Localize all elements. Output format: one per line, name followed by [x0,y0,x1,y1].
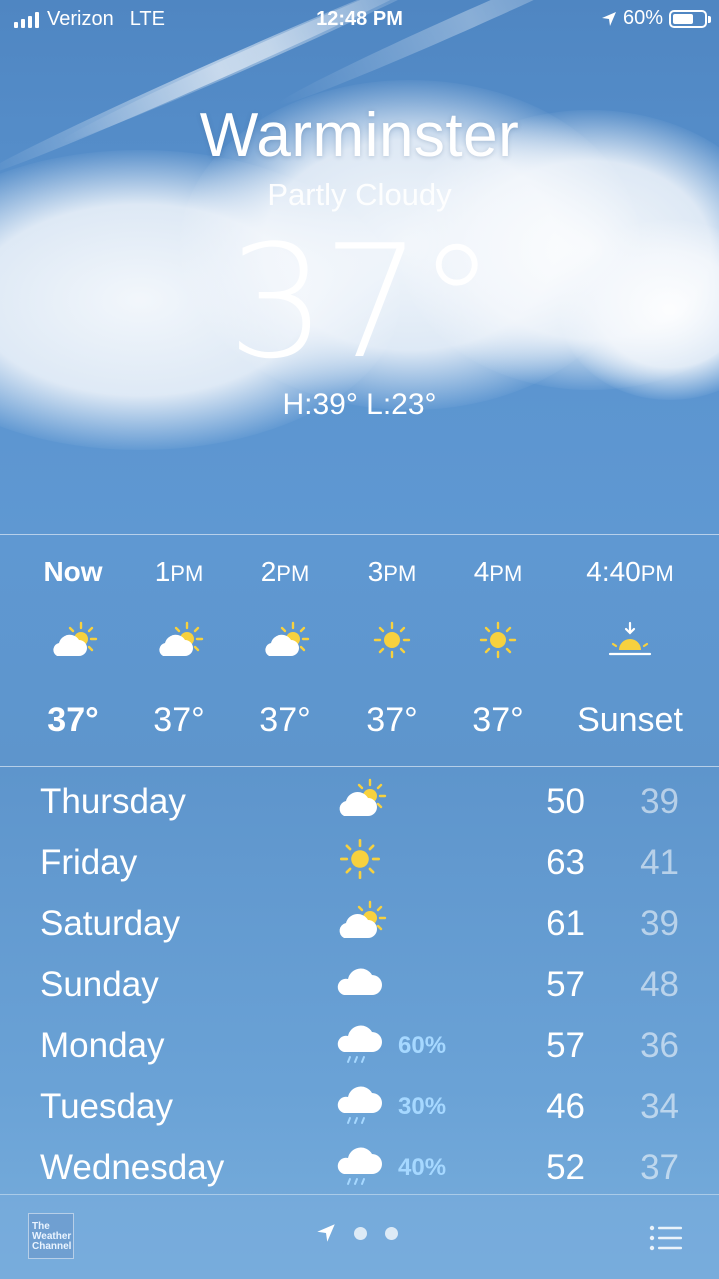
battery-icon [669,9,711,28]
day-name: Sunday [40,965,159,1004]
hour-time: 2PM [260,556,310,587]
bottom-toolbar: The Weather Channel [0,1195,719,1279]
sun-icon [443,620,553,660]
daily-row: Sunday 57 48 [0,957,719,1019]
location-arrow-icon [601,11,616,26]
hour-temp: 37° [472,701,524,739]
precip-chance: 30% [398,1093,447,1120]
precip-chance: 40% [398,1154,447,1181]
daily-row: Tuesday 30% 46 34 [0,1079,719,1141]
divider-bottom [0,766,719,767]
daily-row: Saturday 61 39 [0,896,719,958]
day-high: 50 [546,782,585,821]
day-low: 39 [640,782,679,821]
day-low: 37 [640,1148,679,1187]
hour-time: 4:40PM [586,556,674,587]
hour-time: 3PM [367,556,417,587]
location-arrow-icon[interactable] [316,1223,336,1243]
city-list-icon[interactable] [649,1225,683,1256]
sun-icon [337,620,447,660]
day-high: 63 [546,843,585,882]
daily-row: Thursday 50 39 [0,774,719,836]
daily-row: Wednesday 40% 52 37 [0,1140,719,1202]
high-low: H:39° L:23° [282,388,437,421]
city-name: Warminster [199,101,520,170]
day-low: 36 [640,1026,679,1065]
current-condition: Partly Cloudy [267,177,452,212]
partly-cloudy-icon [336,776,388,825]
day-high: 57 [546,965,585,1004]
cloud-icon [336,959,388,1008]
day-name: Monday [40,1026,165,1065]
day-low: 39 [640,904,679,943]
hour-temp: 37° [47,701,99,739]
weather-channel-logo[interactable]: The Weather Channel [28,1213,74,1259]
hour-temp: 37° [259,701,311,739]
battery-percent: 60% [622,7,663,29]
day-name: Friday [40,843,138,882]
sun-icon [338,837,382,886]
daily-row: Monday 60% 57 36 [0,1018,719,1080]
hour-time: Now [43,556,103,587]
status-bar: Verizon LTE 12:48 PM 60% [0,0,719,40]
partly-cloudy-icon [124,620,234,660]
rain-icon [336,1020,388,1073]
hour-temp: 37° [366,701,418,739]
day-high: 61 [546,904,585,943]
hour-temp: Sunset [577,701,683,739]
current-temperature: 37° [227,211,496,393]
day-name: Thursday [40,782,186,821]
partly-cloudy-icon [336,898,388,947]
partly-cloudy-icon [18,620,128,660]
divider-top [0,534,719,535]
rain-icon [336,1142,388,1195]
day-low: 41 [640,843,679,882]
hourly-forecast[interactable]: Now 37° 1PM 37° 2PM 37° 3PM 37° 4PM 37° … [0,536,719,766]
day-name: Wednesday [40,1148,225,1187]
page-indicator[interactable] [316,1223,398,1243]
hour-temp: 37° [153,701,205,739]
day-name: Tuesday [40,1087,173,1126]
precip-chance: 60% [398,1032,447,1059]
day-high: 46 [546,1087,585,1126]
page-dot-icon[interactable] [385,1226,398,1240]
daily-row: Friday 63 41 [0,835,719,897]
partly-cloudy-icon [230,620,340,660]
day-high: 52 [546,1148,585,1187]
hour-time: 1PM [154,556,204,587]
sunset-icon [563,620,697,660]
rain-icon [336,1081,388,1134]
location-header: Warminster Partly Cloudy [0,100,719,213]
hour-time: 4PM [473,556,523,587]
day-low: 34 [640,1087,679,1126]
day-high: 57 [546,1026,585,1065]
page-dot-icon[interactable] [354,1226,367,1240]
day-name: Saturday [40,904,181,943]
day-low: 48 [640,965,679,1004]
